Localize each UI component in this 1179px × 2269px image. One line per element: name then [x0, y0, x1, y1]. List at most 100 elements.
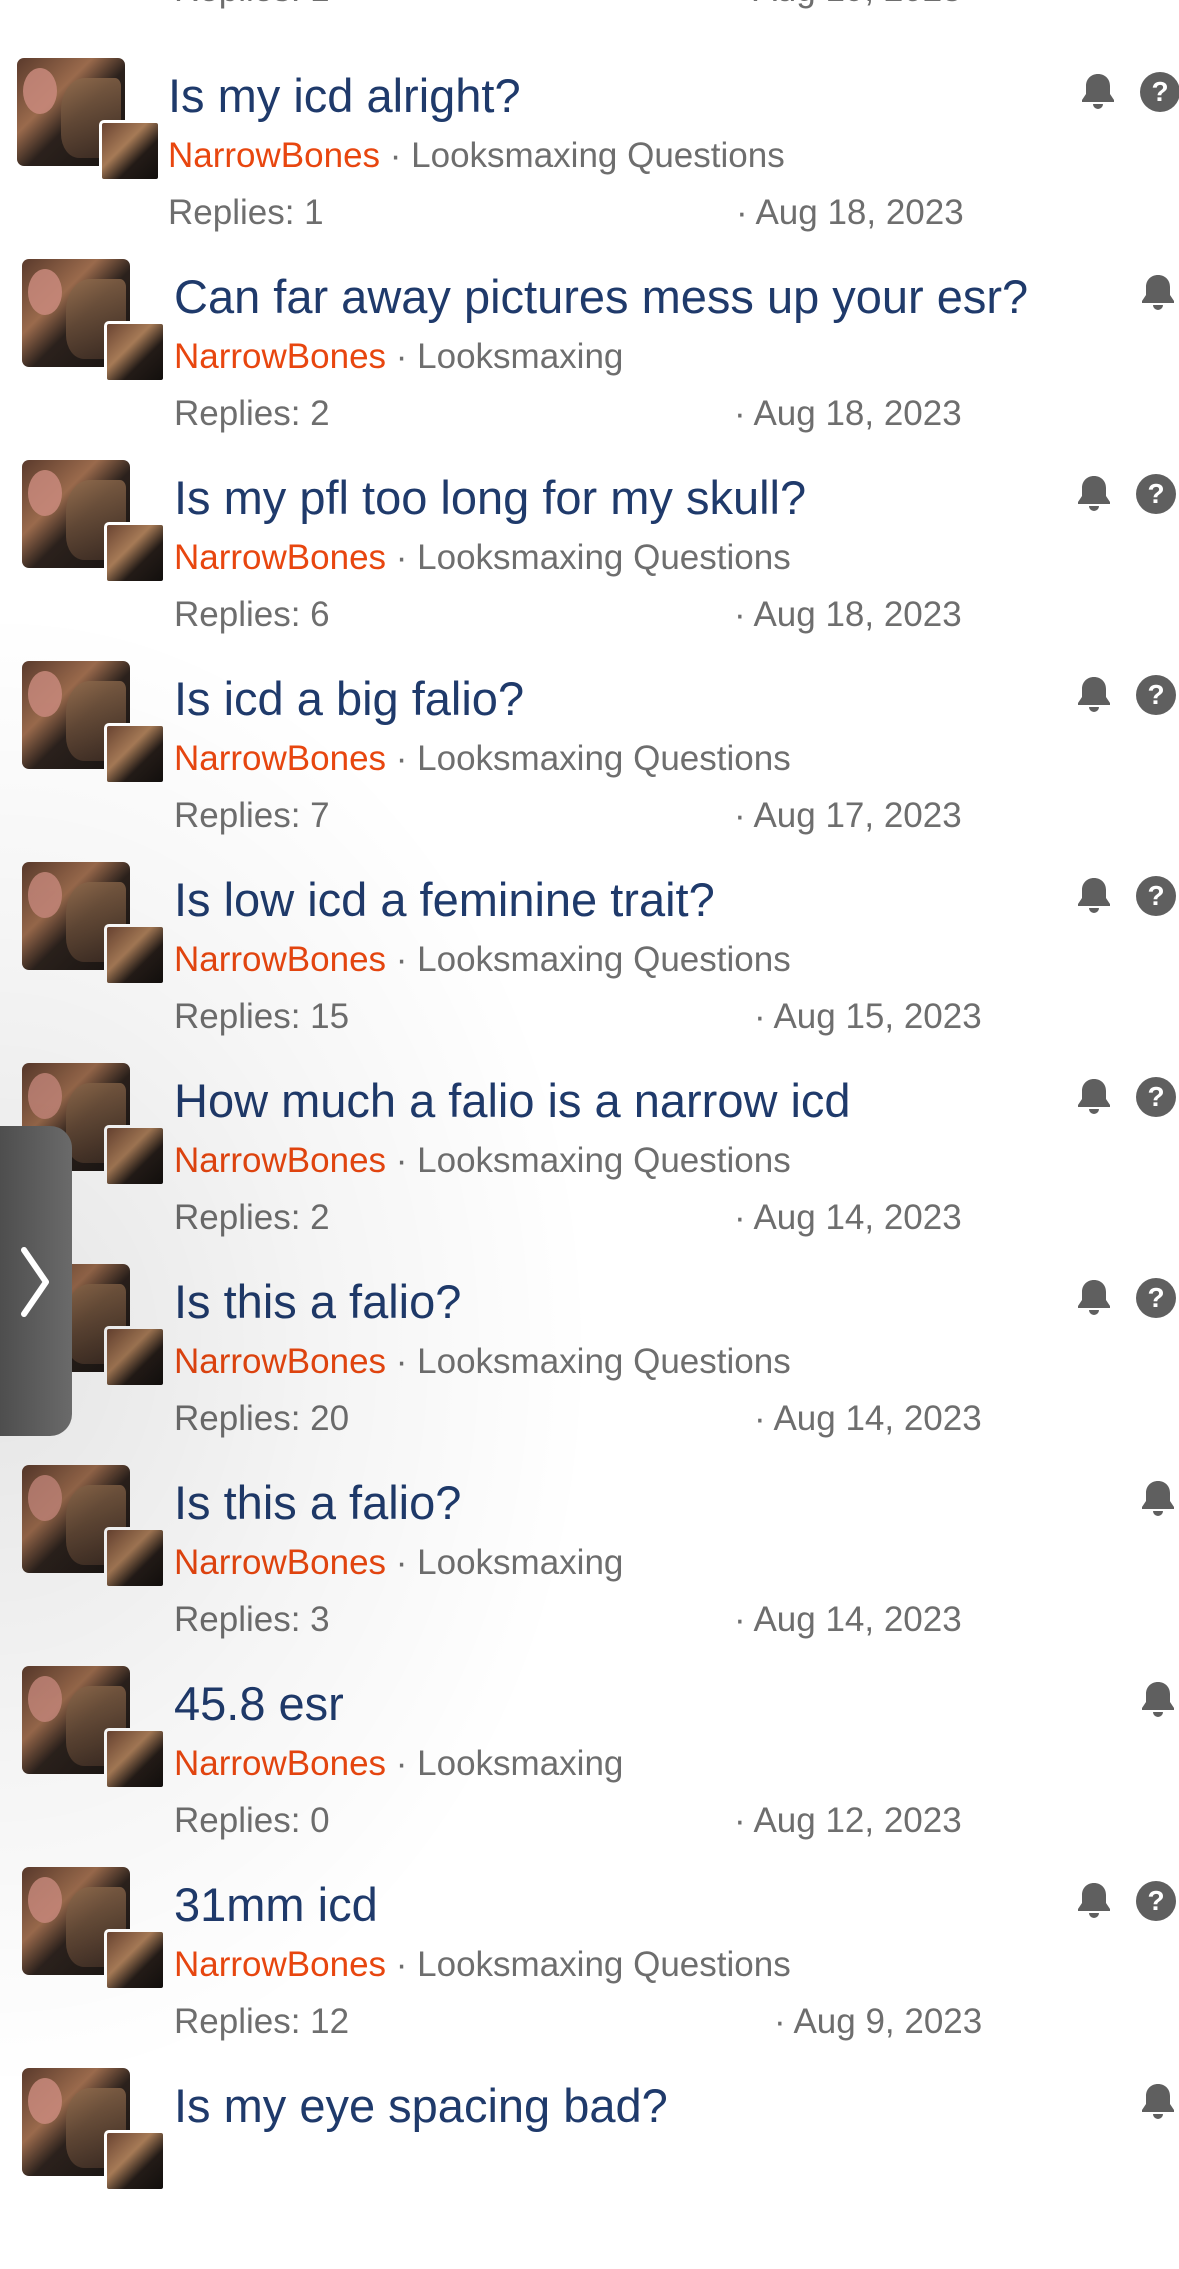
author-link[interactable]: NarrowBones — [174, 337, 386, 376]
thread-title[interactable]: Is my eye spacing bad? — [174, 2078, 668, 2133]
bell-icon[interactable] — [1072, 472, 1116, 516]
last-poster-avatar[interactable] — [104, 321, 166, 383]
svg-text:?: ? — [1147, 478, 1164, 509]
replies-count: Replies: 3 — [174, 1600, 330, 1639]
last-poster-avatar[interactable] — [104, 2130, 166, 2192]
question-icon[interactable]: ? — [1134, 1276, 1178, 1320]
author-link[interactable]: NarrowBones — [174, 940, 386, 979]
forum-link[interactable]: · Looksmaxing — [396, 337, 624, 376]
author-link[interactable]: NarrowBones — [174, 538, 386, 577]
thread-date[interactable]: · Aug 18, 2023 — [734, 394, 962, 434]
author-link[interactable]: NarrowBones — [168, 136, 380, 175]
author-link[interactable]: NarrowBones — [174, 1543, 386, 1582]
question-icon[interactable]: ? — [1134, 1879, 1178, 1923]
thread-title[interactable]: Is my icd alright? — [168, 68, 521, 123]
thread-date[interactable]: · Aug 18, 2023 — [734, 595, 962, 635]
thread-item[interactable]: Can far away pictures mess up your esr? N… — [0, 259, 1179, 460]
thread-item[interactable]: Is my pfl too long for my skull? NarrowBo… — [0, 460, 1179, 661]
last-poster-avatar[interactable] — [104, 1125, 166, 1187]
thread-meta: NarrowBones · Looksmaxing — [174, 1744, 623, 1784]
last-poster-avatar[interactable] — [104, 1728, 166, 1790]
thread-date[interactable]: · Aug 17, 2023 — [734, 796, 962, 836]
thread-title[interactable]: Is this a falio? — [174, 1274, 461, 1329]
author-link[interactable]: NarrowBones — [174, 739, 386, 778]
thread-title[interactable]: Is low icd a feminine trait? — [174, 872, 715, 927]
thread-date[interactable]: · Aug 12, 2023 — [734, 1801, 962, 1841]
replies-count: Replies: 12 — [174, 2002, 350, 2041]
bell-icon[interactable] — [1072, 1276, 1116, 1320]
forum-link[interactable]: · Looksmaxing Questions — [396, 1945, 791, 1984]
bell-icon[interactable] — [1136, 2080, 1179, 2124]
thread-item[interactable]: How much a falio is a narrow icd NarrowBo… — [0, 1063, 1179, 1264]
question-icon[interactable]: ? — [1138, 70, 1179, 114]
question-icon[interactable]: ? — [1134, 1075, 1178, 1119]
thread-meta: NarrowBones · Looksmaxing Questions — [174, 739, 791, 779]
bell-icon[interactable] — [1072, 673, 1116, 717]
forum-link[interactable]: · Looksmaxing Questions — [390, 136, 785, 175]
thread-item[interactable]: Is icd a big falio? NarrowBones · Looksma… — [0, 661, 1179, 862]
author-link[interactable]: NarrowBones — [174, 1945, 386, 1984]
author-link[interactable]: NarrowBones — [174, 1141, 386, 1180]
thread-date[interactable]: · Aug 9, 2023 — [774, 2002, 982, 2042]
last-poster-avatar[interactable] — [99, 120, 161, 182]
thread-meta: NarrowBones · Looksmaxing Questions — [174, 940, 791, 980]
thread-meta: NarrowBones · Looksmaxing — [174, 337, 623, 377]
thread-title[interactable]: Is this a falio? — [174, 1475, 461, 1530]
partial-thread: Replies: 1 · Aug 19, 2023 — [0, 0, 1179, 30]
thread-title[interactable]: 45.8 esr — [174, 1676, 344, 1731]
svg-text:?: ? — [1147, 679, 1164, 710]
thread-item[interactable]: 31mm icd NarrowBones · Looksmaxing Questi… — [0, 1867, 1179, 2068]
last-poster-avatar[interactable] — [104, 1527, 166, 1589]
forum-link[interactable]: · Looksmaxing Questions — [396, 1342, 791, 1381]
thread-meta: NarrowBones · Looksmaxing Questions — [168, 136, 785, 176]
last-poster-avatar[interactable] — [104, 522, 166, 584]
question-icon[interactable]: ? — [1134, 673, 1178, 717]
last-poster-avatar[interactable] — [104, 723, 166, 785]
bell-icon[interactable] — [1072, 1879, 1116, 1923]
last-poster-avatar[interactable] — [104, 924, 166, 986]
thread-date[interactable]: · Aug 14, 2023 — [734, 1600, 962, 1640]
forum-link[interactable]: · Looksmaxing — [396, 1744, 624, 1783]
bell-icon[interactable] — [1072, 1075, 1116, 1119]
bell-icon[interactable] — [1136, 1678, 1179, 1722]
last-poster-avatar[interactable] — [104, 1326, 166, 1388]
thread-title[interactable]: Is my pfl too long for my skull? — [174, 470, 806, 525]
bell-icon[interactable] — [1072, 874, 1116, 918]
thread-item[interactable]: Is my icd alright? NarrowBones · Looksmax… — [0, 58, 1179, 259]
thread-date[interactable]: · Aug 14, 2023 — [734, 1198, 962, 1238]
thread-date[interactable]: · Aug 15, 2023 — [754, 997, 982, 1037]
question-icon[interactable]: ? — [1134, 472, 1178, 516]
bell-icon[interactable] — [1136, 1477, 1179, 1521]
thread-title[interactable]: Can far away pictures mess up your esr? — [174, 269, 1028, 324]
bell-icon[interactable] — [1076, 70, 1120, 114]
thread-meta: NarrowBones · Looksmaxing — [174, 1543, 623, 1583]
forum-link[interactable]: · Looksmaxing Questions — [396, 538, 791, 577]
author-link[interactable]: NarrowBones — [174, 1342, 386, 1381]
svg-text:?: ? — [1147, 1282, 1164, 1313]
thread-item[interactable]: Is low icd a feminine trait? NarrowBones … — [0, 862, 1179, 1063]
side-drawer-handle[interactable] — [0, 1126, 72, 1436]
thread-item[interactable]: Is this a falio? NarrowBones · Looksmaxin… — [0, 1465, 1179, 1666]
thread-title[interactable]: Is icd a big falio? — [174, 671, 524, 726]
thread-item[interactable]: Is my eye spacing bad? — [0, 2068, 1179, 2269]
thread-date[interactable]: · Aug 18, 2023 — [736, 193, 964, 233]
thread-item[interactable]: 45.8 esr NarrowBones · Looksmaxing Replies… — [0, 1666, 1179, 1867]
thread-date: · Aug 19, 2023 — [734, 0, 962, 10]
thread-title[interactable]: 31mm icd — [174, 1877, 378, 1932]
bell-icon[interactable] — [1136, 271, 1179, 315]
thread-item[interactable]: Is this a falio? NarrowBones · Looksmaxin… — [0, 1264, 1179, 1465]
thread-meta: NarrowBones · Looksmaxing Questions — [174, 1945, 791, 1985]
last-poster-avatar[interactable] — [104, 1929, 166, 1991]
question-icon[interactable]: ? — [1134, 874, 1178, 918]
thread-title[interactable]: How much a falio is a narrow icd — [174, 1073, 851, 1128]
forum-link[interactable]: · Looksmaxing Questions — [396, 739, 791, 778]
svg-text:?: ? — [1151, 76, 1168, 107]
author-link[interactable]: NarrowBones — [174, 1744, 386, 1783]
forum-link[interactable]: · Looksmaxing — [396, 1543, 624, 1582]
svg-text:?: ? — [1147, 1081, 1164, 1112]
forum-link[interactable]: · Looksmaxing Questions — [396, 1141, 791, 1180]
thread-meta: NarrowBones · Looksmaxing Questions — [174, 1141, 791, 1181]
chevron-right-icon — [21, 1247, 49, 1317]
forum-link[interactable]: · Looksmaxing Questions — [396, 940, 791, 979]
thread-date[interactable]: · Aug 14, 2023 — [754, 1399, 982, 1439]
